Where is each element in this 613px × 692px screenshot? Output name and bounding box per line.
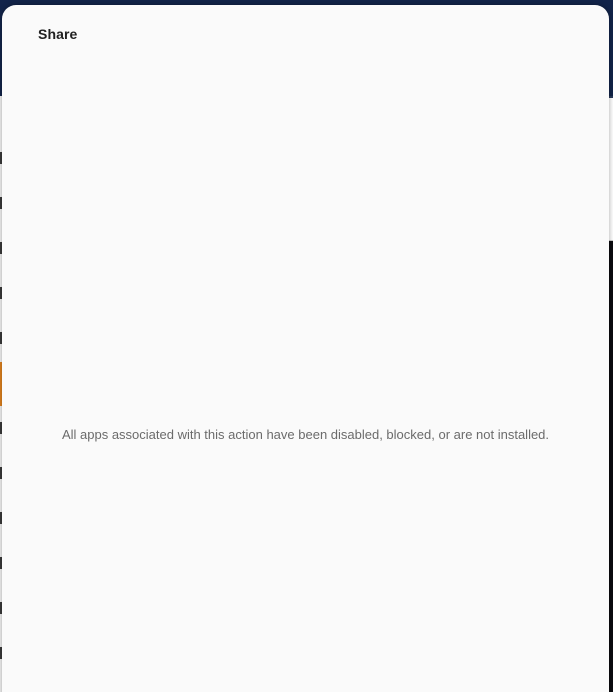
screen: Share All apps associated with this acti… xyxy=(0,0,613,692)
no-apps-message: All apps associated with this action hav… xyxy=(61,427,550,442)
share-sheet: Share All apps associated with this acti… xyxy=(2,5,609,692)
share-sheet-title: Share xyxy=(38,26,78,42)
